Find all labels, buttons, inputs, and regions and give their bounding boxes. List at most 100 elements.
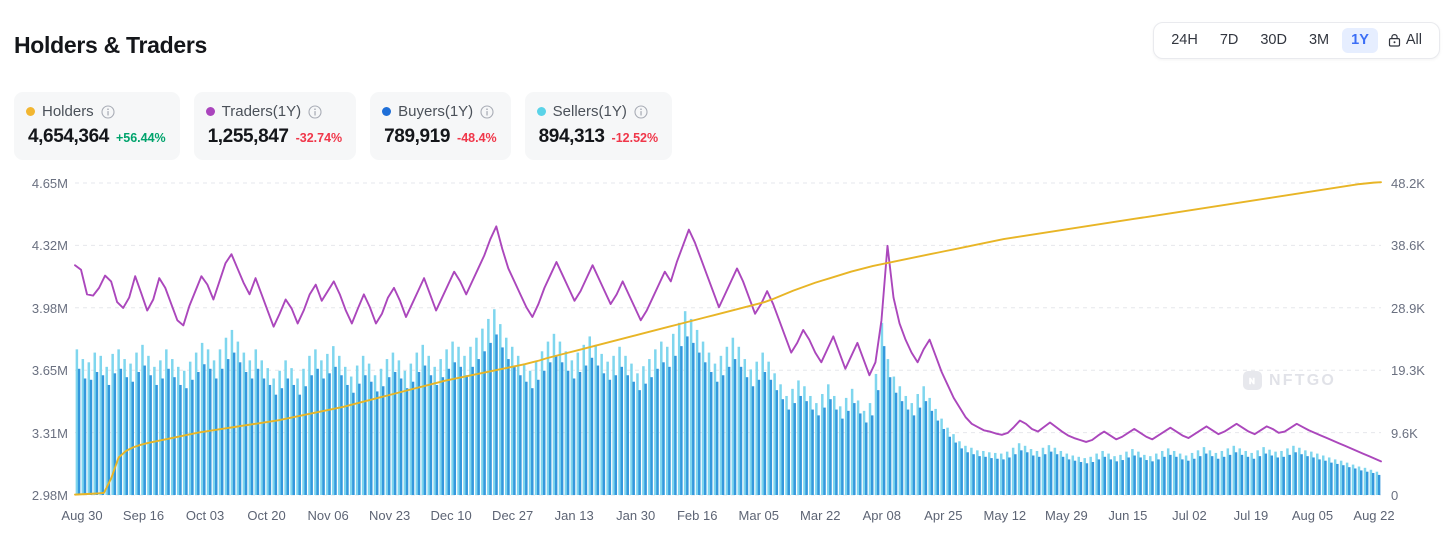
bar bbox=[749, 369, 752, 495]
range-button-label: 30D bbox=[1260, 32, 1287, 48]
bar bbox=[554, 355, 558, 495]
bar bbox=[1369, 469, 1373, 495]
info-icon[interactable] bbox=[308, 104, 322, 119]
legend-card-sellers1y[interactable]: Sellers(1Y) 894,313 -12.52% bbox=[524, 92, 673, 160]
bar bbox=[1270, 455, 1274, 495]
bar bbox=[159, 360, 162, 495]
info-icon bbox=[634, 104, 648, 119]
bar bbox=[1155, 453, 1158, 495]
bar bbox=[703, 362, 707, 495]
range-button-label: 1Y bbox=[1351, 32, 1369, 48]
bar bbox=[1181, 459, 1184, 495]
legend-series-value: 789,919 bbox=[384, 126, 451, 147]
bar bbox=[421, 344, 425, 495]
legend-card-holders[interactable]: Holders 4,654,364 +56.44% bbox=[14, 92, 180, 160]
bar bbox=[290, 368, 293, 495]
bar bbox=[773, 373, 776, 495]
bar bbox=[847, 410, 850, 495]
range-button-all[interactable]: All bbox=[1382, 28, 1431, 53]
bar bbox=[346, 384, 349, 495]
range-button-24h[interactable]: 24H bbox=[1162, 28, 1207, 53]
bar bbox=[1342, 465, 1345, 495]
x-axis-tick: Jan 13 bbox=[554, 508, 594, 523]
info-icon[interactable] bbox=[634, 104, 648, 119]
range-button-label: 3M bbox=[1308, 32, 1330, 48]
range-button-1y[interactable]: 1Y bbox=[1342, 28, 1378, 53]
bar bbox=[1119, 454, 1122, 495]
bar bbox=[930, 410, 934, 495]
bar bbox=[666, 346, 669, 495]
legend-cards: Holders 4,654,364 +56.44% Traders(1Y) 1,255,… bbox=[14, 92, 673, 160]
bar bbox=[662, 362, 665, 495]
bar bbox=[751, 386, 755, 495]
bar bbox=[487, 318, 490, 495]
bar bbox=[296, 378, 299, 495]
bar bbox=[149, 375, 152, 495]
bar bbox=[1109, 459, 1113, 495]
bar bbox=[1286, 448, 1289, 495]
legend-color-dot bbox=[26, 107, 35, 116]
bar bbox=[495, 334, 498, 495]
bar bbox=[868, 403, 872, 495]
bar bbox=[1190, 452, 1194, 495]
info-icon[interactable] bbox=[480, 104, 494, 119]
bar bbox=[1282, 456, 1285, 495]
legend-color-dot bbox=[205, 107, 215, 116]
bar bbox=[349, 376, 353, 495]
bar bbox=[266, 368, 269, 495]
legend-card-traders1y[interactable]: Traders(1Y) 1,255,847 -32.74% bbox=[193, 92, 357, 160]
x-axis-tick: Sep 16 bbox=[122, 508, 165, 523]
x-axis-tick: Nov 06 bbox=[307, 508, 349, 523]
bar bbox=[218, 349, 222, 495]
bar bbox=[1101, 450, 1104, 495]
bar bbox=[936, 420, 940, 495]
bar bbox=[107, 384, 111, 495]
bar bbox=[1184, 455, 1188, 495]
bar bbox=[1377, 474, 1381, 495]
bar bbox=[1318, 459, 1321, 495]
range-button-3m[interactable]: 3M bbox=[1300, 28, 1338, 53]
bar bbox=[838, 406, 842, 495]
bar bbox=[1244, 450, 1247, 495]
bar bbox=[1310, 451, 1313, 495]
chart-plot[interactable] bbox=[0, 168, 1456, 541]
bar bbox=[1339, 460, 1343, 495]
bar bbox=[1252, 458, 1256, 495]
bar bbox=[236, 341, 240, 495]
range-button-7d[interactable]: 7D bbox=[1211, 28, 1248, 53]
range-button-30d[interactable]: 30D bbox=[1251, 28, 1296, 53]
y-axis-left-tick: 4.32M bbox=[31, 238, 68, 254]
bar bbox=[75, 349, 79, 495]
bar bbox=[244, 372, 248, 495]
bar bbox=[302, 368, 305, 495]
bar bbox=[212, 360, 216, 495]
bar bbox=[1035, 450, 1039, 495]
bar bbox=[1312, 457, 1315, 495]
bar bbox=[654, 349, 657, 495]
bar bbox=[692, 342, 695, 495]
time-range-selector[interactable]: 24H 7D 30D 3M 1Y All bbox=[1153, 22, 1440, 59]
bar bbox=[1172, 450, 1176, 495]
info-icon bbox=[101, 104, 115, 119]
bar bbox=[898, 386, 902, 495]
bar bbox=[1246, 456, 1250, 495]
legend-card-buyers1y[interactable]: Buyers(1Y) 789,919 -48.4% bbox=[370, 92, 511, 160]
bar bbox=[194, 352, 198, 495]
bar bbox=[403, 370, 407, 495]
legend-color-dot bbox=[382, 107, 392, 116]
bar bbox=[1149, 456, 1152, 495]
info-icon[interactable] bbox=[101, 104, 115, 119]
y-axis-left-tick: 3.65M bbox=[31, 363, 68, 379]
chart-area[interactable]: NFTGO 2.98M 0 3.31M 9.6K 3.65M 19.3K 3.98M 28.9… bbox=[0, 168, 1456, 541]
bar bbox=[528, 370, 532, 495]
bar bbox=[761, 352, 764, 495]
bar bbox=[358, 383, 361, 495]
bar bbox=[1300, 454, 1303, 495]
bar bbox=[570, 360, 574, 495]
bar bbox=[719, 355, 723, 495]
bar bbox=[785, 395, 788, 495]
x-axis-tick: Oct 20 bbox=[247, 508, 286, 523]
bar bbox=[1047, 445, 1051, 495]
bar bbox=[429, 375, 433, 495]
bar bbox=[564, 351, 568, 495]
